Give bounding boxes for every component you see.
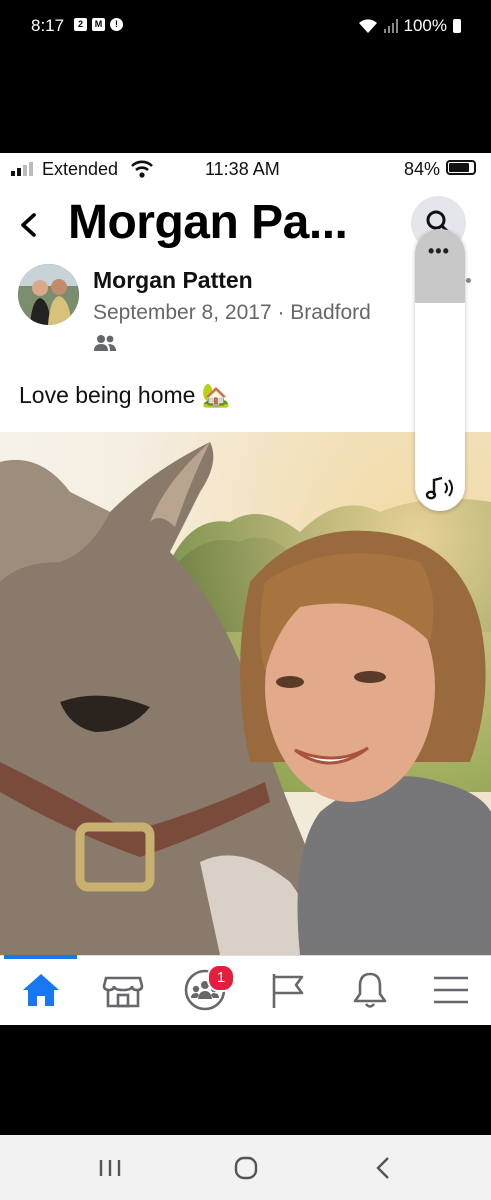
back-button[interactable] (14, 205, 44, 245)
post-caption: Love being home 🏡 (19, 382, 231, 408)
inner-battery-percent: 84% (404, 159, 441, 179)
back-arrow-icon[interactable] (369, 1153, 399, 1183)
gmail-notification-icon: M (92, 18, 105, 31)
chevron-left-icon (21, 213, 36, 237)
system-navigation-bar (0, 1135, 491, 1200)
notification-icons: 2 M ! (74, 18, 123, 31)
hamburger-menu-icon (434, 976, 468, 1004)
wifi-icon (131, 160, 153, 178)
tab-groups[interactable]: 1 (183, 964, 235, 1012)
tab-menu[interactable] (429, 968, 473, 1012)
alert-notification-icon: ! (110, 18, 123, 31)
author-name[interactable]: Morgan Patten (93, 267, 253, 294)
tab-pages[interactable] (266, 968, 310, 1012)
author-avatar[interactable] (18, 264, 79, 325)
floating-overlay-panel[interactable]: ••• (415, 229, 465, 511)
marketplace-icon (102, 976, 144, 1008)
inner-status-time: 11:38 AM (205, 159, 280, 179)
outer-battery-icon (453, 19, 461, 33)
overlay-panel-header[interactable]: ••• (415, 229, 465, 303)
bell-icon (353, 972, 387, 1008)
avatar-photo (18, 264, 79, 325)
calendar-notification-icon: 2 (74, 18, 87, 31)
outer-battery-percent: 100% (403, 16, 447, 35)
page-title: Morgan Pa... (68, 196, 348, 249)
outer-status-right: 100% (358, 16, 461, 36)
post-photo[interactable] (0, 432, 491, 955)
wifi-icon (358, 19, 377, 33)
more-options-dot[interactable] (466, 278, 471, 283)
recent-apps-icon[interactable] (95, 1153, 125, 1183)
active-tab-indicator (4, 955, 77, 959)
groups-badge: 1 (207, 964, 235, 992)
carrier-label: Extended (42, 159, 119, 179)
music-sound-icon[interactable] (424, 475, 456, 501)
tab-home[interactable] (19, 968, 63, 1012)
battery-icon (446, 160, 476, 175)
flag-icon (272, 974, 304, 1008)
cell-signal-icon (11, 162, 33, 176)
outer-status-bar: 8:17 2 M ! 100% (0, 0, 491, 54)
tab-marketplace[interactable] (101, 968, 145, 1012)
home-circle-icon[interactable] (231, 1153, 261, 1183)
friends-icon (94, 335, 116, 351)
outer-status-time: 8:17 (31, 16, 65, 35)
inner-status-bar: Extended 11:38 AM 84% (0, 153, 491, 185)
tab-notifications[interactable] (348, 968, 392, 1012)
home-icon (23, 974, 59, 1006)
post-meta: September 8, 2017 · Bradford (93, 301, 371, 324)
bottom-tab-bar: 1 (0, 955, 491, 1025)
more-horizontal-icon[interactable]: ••• (428, 241, 450, 262)
facebook-post-screenshot: Extended 11:38 AM 84% Morgan Pa... Morga… (0, 153, 491, 1025)
signal-icon (383, 19, 398, 33)
